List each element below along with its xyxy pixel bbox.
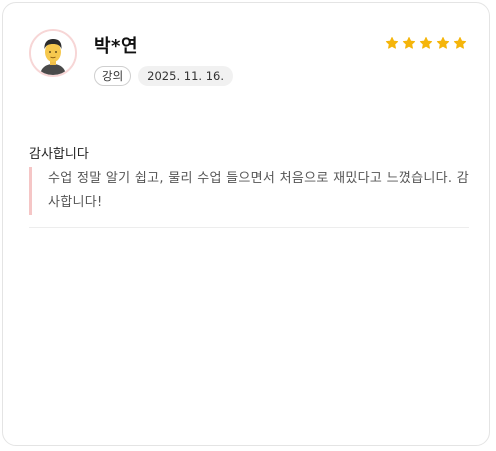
star-rating [385,36,467,50]
avatar-icon [29,29,77,77]
review-tags: 강의 2025. 11. 16. [94,66,233,86]
review-date: 2025. 11. 16. [138,66,233,86]
star-icon [419,37,433,49]
review-title: 감사합니다 [29,147,89,162]
review-body: 수업 정말 알기 쉽고, 물리 수업 들으면서 처음으로 재밌다고 느꼈습니다.… [29,167,469,215]
star-icon [453,37,467,49]
divider [29,227,469,228]
star-icon [436,37,450,49]
review-card: 박*연 강의 2025. 11. 16. 감사합니다 수업 정말 알기 쉽고, … [2,2,490,446]
category-tag: 강의 [94,66,132,86]
author-name: 박*연 [94,36,139,57]
star-icon [385,37,399,49]
star-icon [402,37,416,49]
man-avatar-icon [31,31,75,75]
